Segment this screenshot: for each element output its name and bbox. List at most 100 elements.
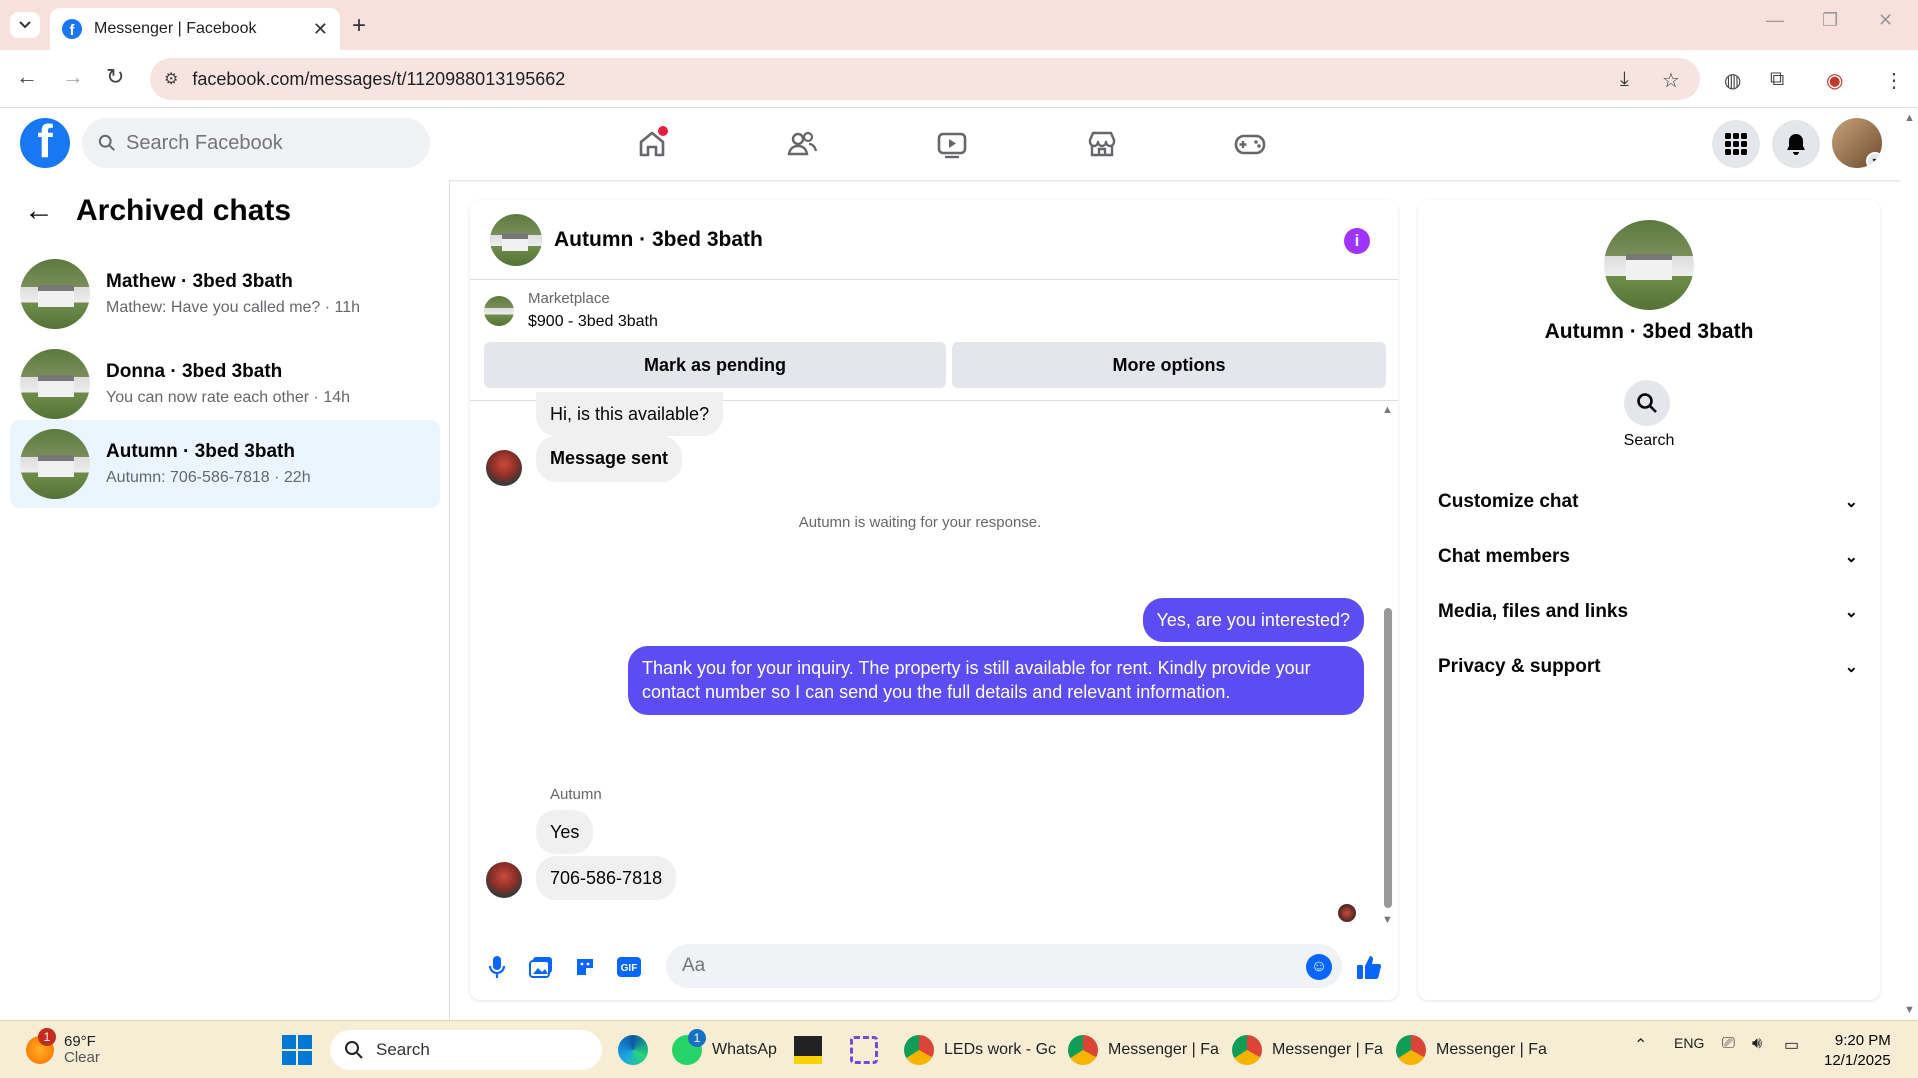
contact-avatar[interactable] (486, 862, 522, 898)
close-window-icon[interactable]: ✕ (1878, 10, 1893, 31)
scroll-down-icon[interactable]: ▼ (1382, 914, 1393, 926)
menu-kebab-icon[interactable]: ⋮ (1884, 68, 1904, 93)
incoming-message[interactable]: Yes (536, 810, 594, 855)
show-hidden-icons-chevron-up-icon[interactable]: ⌃ (1634, 1035, 1647, 1055)
snipping-tool-app[interactable] (850, 1033, 878, 1067)
photo-icon[interactable] (526, 952, 556, 982)
minimize-icon[interactable]: — (1766, 10, 1784, 31)
sticky-notes-app[interactable] (794, 1033, 822, 1067)
new-tab-button[interactable]: + (352, 12, 366, 40)
listing-thumbnail[interactable] (1604, 220, 1694, 310)
chrome-window-messenger-3[interactable]: Messenger | Fa (1396, 1033, 1547, 1067)
chat-item-donna[interactable]: Donna · 3bed 3bath You can now rate each… (10, 340, 440, 428)
language-indicator[interactable]: ENG (1674, 1035, 1704, 1051)
network-icon[interactable]: ⎚ (1722, 1035, 1735, 1053)
contact-avatar[interactable] (486, 450, 522, 486)
like-thumb-icon[interactable] (1354, 952, 1384, 982)
whatsapp-app[interactable]: 1 WhatsAp (672, 1029, 777, 1067)
translate-icon[interactable]: ◍ (1724, 68, 1741, 93)
system-clock[interactable]: 9:20 PM 12/1/2025 (1824, 1031, 1891, 1070)
search-icon (1637, 393, 1657, 413)
outgoing-message[interactable]: Yes, are you interested? (1142, 598, 1364, 643)
window-label: Messenger | Fa (1272, 1041, 1383, 1058)
marketplace-icon[interactable] (1082, 124, 1122, 164)
windows-logo-icon (282, 1035, 312, 1065)
page-scrollbar[interactable]: ▲ ▼ (1900, 108, 1918, 1020)
browser-tab[interactable]: f Messenger | Facebook ✕ (50, 8, 340, 50)
install-app-icon[interactable]: ⤓ (1620, 68, 1629, 91)
address-bar[interactable]: ⚙ facebook.com/messages/t/11209880131956… (150, 58, 1700, 100)
chrome-icon (1068, 1035, 1098, 1065)
chrome-window-messenger-2[interactable]: Messenger | Fa (1232, 1033, 1383, 1067)
customize-chat-section[interactable]: Customize chat ⌄ (1438, 480, 1858, 524)
chrome-window-messenger-1[interactable]: Messenger | Fa (1068, 1033, 1219, 1067)
message-input-box[interactable]: ☺ (666, 944, 1342, 988)
conversation-title[interactable]: Autumn · 3bed 3bath (554, 228, 763, 252)
tab-search-button[interactable] (10, 12, 40, 38)
marketplace-listing[interactable]: Marketplace $900 - 3bed 3bath (484, 290, 658, 331)
close-tab-icon[interactable]: ✕ (313, 19, 328, 40)
whatsapp-label: WhatsAp (712, 1041, 777, 1058)
listing-thumbnail[interactable] (490, 213, 542, 266)
taskbar-search[interactable]: Search (330, 1030, 602, 1070)
profile-icon[interactable]: ◉ (1826, 68, 1843, 93)
privacy-support-section[interactable]: Privacy & support ⌄ (1438, 645, 1858, 689)
reload-icon[interactable]: ↻ (106, 64, 124, 90)
incoming-message[interactable]: Message sent (536, 436, 683, 482)
gif-icon[interactable]: GIF (614, 952, 644, 982)
back-arrow-icon[interactable]: ← (24, 194, 54, 228)
snipping-tool-icon (850, 1036, 878, 1064)
friends-icon[interactable] (782, 124, 822, 164)
home-icon[interactable] (632, 124, 672, 164)
incoming-message[interactable]: Hi, is this available? (536, 392, 724, 437)
emoji-icon[interactable]: ☺ (1306, 954, 1332, 980)
gaming-icon[interactable] (1230, 124, 1270, 164)
mark-as-pending-button[interactable]: Mark as pending (484, 342, 946, 388)
chrome-window-leds[interactable]: LEDs work - Gc (904, 1033, 1056, 1067)
back-icon[interactable]: ← (16, 64, 38, 90)
chat-item-mathew[interactable]: Mathew · 3bed 3bath Mathew: Have you cal… (10, 250, 440, 338)
media-files-links-section[interactable]: Media, files and links ⌄ (1438, 590, 1858, 634)
video-icon[interactable] (932, 124, 972, 164)
weather-sun-icon: 1 (26, 1028, 56, 1064)
listing-thumbnail (484, 295, 514, 326)
restore-icon[interactable]: ❐ (1822, 10, 1838, 31)
facebook-logo-icon[interactable]: f (20, 118, 70, 168)
scroll-up-icon[interactable]: ▲ (1382, 404, 1393, 416)
details-title: Autumn · 3bed 3bath (1544, 320, 1754, 343)
microphone-icon[interactable] (482, 952, 512, 982)
search-in-conversation-button[interactable] (1624, 380, 1670, 426)
menu-grid-icon[interactable] (1712, 120, 1760, 168)
listing-title: $900 - 3bed 3bath (528, 313, 658, 330)
message-input[interactable] (682, 955, 1242, 977)
window-label: LEDs work - Gc (944, 1041, 1057, 1058)
scroll-up-icon[interactable]: ▲ (1904, 112, 1915, 124)
edge-app[interactable] (618, 1033, 648, 1067)
extensions-icon[interactable]: ⧉ (1770, 68, 1784, 91)
outgoing-message[interactable]: Thank you for your inquiry. The property… (628, 646, 1364, 715)
scroll-thumb[interactable] (1384, 608, 1392, 908)
chat-item-autumn[interactable]: Autumn · 3bed 3bath Autumn: 706-586-7818… (10, 420, 440, 508)
incoming-message[interactable]: 706-586-7818 (536, 856, 677, 901)
battery-icon[interactable]: ▭ (1784, 1035, 1799, 1055)
sender-name: Autumn (550, 786, 602, 803)
weather-widget[interactable]: 1 69°F Clear (26, 1028, 100, 1067)
url-text[interactable]: facebook.com/messages/t/1120988013195662 (192, 69, 565, 90)
facebook-search-input[interactable] (126, 131, 406, 155)
chat-members-section[interactable]: Chat members ⌄ (1438, 535, 1858, 579)
more-options-button[interactable]: More options (952, 342, 1386, 388)
sticker-icon[interactable] (570, 952, 600, 982)
bookmark-star-icon[interactable]: ☆ (1662, 68, 1680, 93)
scroll-down-icon[interactable]: ▼ (1904, 1004, 1915, 1016)
chevron-down-icon: ▾ (1866, 152, 1882, 168)
info-icon[interactable]: i (1344, 228, 1370, 254)
volume-icon[interactable]: 🔊︎ (1752, 1035, 1762, 1053)
start-button[interactable] (282, 1033, 312, 1067)
conversation-scrollbar[interactable]: ▲ ▼ (1382, 404, 1394, 928)
site-info-icon[interactable]: ⚙ (164, 69, 178, 89)
facebook-search[interactable] (82, 118, 430, 168)
chevron-down-icon: ⌄ (1844, 659, 1858, 676)
forward-icon[interactable]: → (62, 64, 84, 90)
notifications-bell-icon[interactable] (1772, 120, 1820, 168)
account-avatar[interactable]: ▾ (1832, 118, 1882, 168)
